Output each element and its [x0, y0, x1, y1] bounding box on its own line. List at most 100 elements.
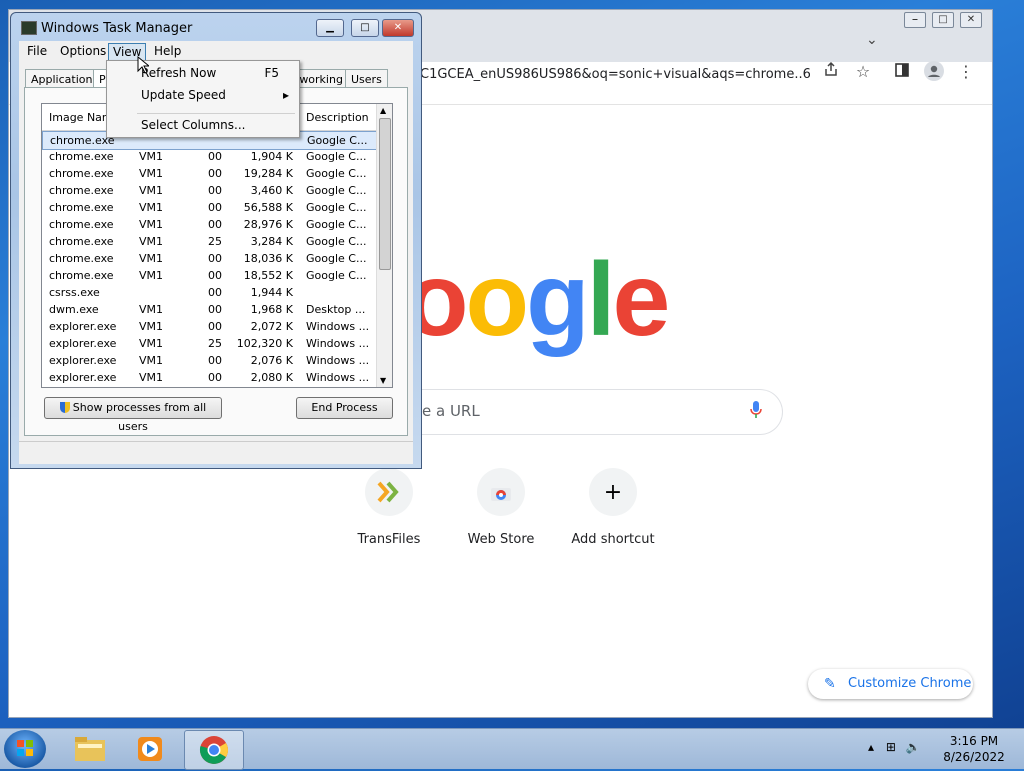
- chrome-window-controls: ⎯ □ ✕: [904, 12, 982, 28]
- taskbar-clock[interactable]: 3:16 PM 8/26/2022: [936, 733, 1012, 765]
- search-placeholder: e a URL: [422, 402, 480, 420]
- process-cpu: 00: [208, 320, 222, 333]
- process-row[interactable]: explorer.exe VM1 00 2,076 K Windows ...: [42, 352, 377, 369]
- scroll-up-arrow-icon[interactable]: ▲: [380, 106, 386, 115]
- menu-separator: [137, 113, 295, 114]
- process-row[interactable]: chrome.exe VM1 00 18,036 K Google C...: [42, 250, 377, 267]
- window-title: Windows Task Manager: [41, 21, 193, 36]
- process-row[interactable]: explorer.exe VM1 00 2,080 K Windows ...: [42, 369, 377, 386]
- bookmark-star-icon[interactable]: ☆: [852, 61, 874, 83]
- process-row[interactable]: chrome.exe VM1 00 56,588 K Google C...: [42, 199, 377, 216]
- volume-icon[interactable]: 🔈: [906, 740, 921, 754]
- process-mem: 1,944 K: [250, 286, 293, 299]
- column-description[interactable]: Description: [306, 111, 369, 124]
- process-desc: Google C...: [306, 235, 367, 248]
- close-button[interactable]: ✕: [382, 19, 414, 37]
- process-row[interactable]: csrss.exe 00 1,944 K: [42, 284, 377, 301]
- process-desc: Google C...: [306, 269, 367, 282]
- process-mem: 18,036 K: [243, 252, 293, 265]
- menu-help[interactable]: Help: [150, 43, 185, 59]
- refresh-shortcut-key: F5: [264, 66, 279, 80]
- process-user: VM1: [139, 303, 164, 316]
- process-mem: 2,072 K: [250, 320, 293, 333]
- process-cpu: 00: [208, 303, 222, 316]
- clock-date: 8/26/2022: [943, 750, 1005, 764]
- shortcut-webstore[interactable]: Web Store: [446, 468, 556, 547]
- process-name: chrome.exe: [49, 235, 114, 248]
- menu-item-select-columns[interactable]: Select Columns...: [141, 118, 245, 132]
- end-process-button[interactable]: End Process: [296, 397, 393, 419]
- process-desc: Google C...: [306, 218, 367, 231]
- minimize-button[interactable]: ▁: [316, 19, 344, 37]
- process-name: dwm.exe: [49, 303, 99, 316]
- minimize-button[interactable]: ⎯: [904, 12, 926, 28]
- close-button[interactable]: ✕: [960, 12, 982, 28]
- scroll-down-arrow-icon[interactable]: ▼: [380, 376, 386, 385]
- share-icon[interactable]: [820, 61, 842, 83]
- menu-options[interactable]: Options: [56, 43, 110, 59]
- process-row[interactable]: chrome.exe VM1 00 28,976 K Google C...: [42, 216, 377, 233]
- shortcut-add[interactable]: + Add shortcut: [558, 468, 668, 547]
- process-mem: 1,968 K: [250, 303, 293, 316]
- scrollbar-thumb[interactable]: [379, 118, 391, 270]
- process-name: chrome.exe: [49, 252, 114, 265]
- taskbar-chrome[interactable]: [184, 730, 244, 770]
- tab-search-chevron-icon[interactable]: ⌄: [866, 32, 878, 48]
- google-search-input[interactable]: e a URL: [400, 389, 783, 435]
- process-row[interactable]: chrome.exe VM1 00 19,284 K Google C...: [42, 165, 377, 182]
- process-user: VM1: [139, 337, 164, 350]
- process-list-scrollbar[interactable]: ▲ ▼: [376, 104, 392, 387]
- menu-file[interactable]: File: [23, 43, 51, 59]
- process-row[interactable]: explorer.exe VM1 25 102,320 K Windows ...: [42, 335, 377, 352]
- process-user: VM1: [139, 354, 164, 367]
- process-row[interactable]: chrome.exe VM1 25 3,284 K Google C...: [42, 233, 377, 250]
- process-desc: Google C...: [306, 201, 367, 214]
- show-hidden-icons-icon[interactable]: ▴: [868, 740, 874, 754]
- address-bar-url[interactable]: C1GCEA_enUS986US986&oq=sonic+visual&aqs=…: [420, 60, 810, 90]
- menu-item-refresh-now[interactable]: Refresh Now: [141, 66, 216, 80]
- process-row[interactable]: dwm.exe VM1 00 1,968 K Desktop ...: [42, 301, 377, 318]
- shortcut-transfiles[interactable]: TransFiles: [334, 468, 444, 547]
- process-desc: Google C...: [306, 252, 367, 265]
- microphone-icon[interactable]: [750, 400, 762, 420]
- process-list[interactable]: Image Name Description chrome.exe Google …: [41, 103, 393, 388]
- show-all-processes-button[interactable]: Show processes from all users: [44, 397, 222, 433]
- task-manager-app-icon: [21, 21, 37, 35]
- process-name: explorer.exe: [49, 354, 117, 367]
- process-cpu: 00: [208, 218, 222, 231]
- network-icon[interactable]: ⊞: [886, 740, 896, 754]
- process-desc: Google C...: [307, 134, 368, 147]
- process-cpu: 25: [208, 235, 222, 248]
- process-mem: 18,552 K: [243, 269, 293, 282]
- customize-chrome-button[interactable]: ✎ Customize Chrome: [808, 669, 973, 699]
- logo-letter: e: [612, 242, 671, 358]
- process-mem: 1,904 K: [250, 150, 293, 163]
- maximize-button[interactable]: □: [351, 19, 379, 37]
- taskbar-explorer[interactable]: [62, 730, 118, 768]
- media-player-icon: [138, 737, 162, 761]
- process-row[interactable]: chrome.exe VM1 00 18,552 K Google C...: [42, 267, 377, 284]
- process-desc: Windows ...: [306, 371, 370, 384]
- process-name: explorer.exe: [49, 320, 117, 333]
- uac-shield-icon: [59, 402, 70, 413]
- process-row[interactable]: chrome.exe VM1 00 3,460 K Google C...: [42, 182, 377, 199]
- process-name: chrome.exe: [49, 201, 114, 214]
- process-mem: 19,284 K: [243, 167, 293, 180]
- chrome-menu-icon[interactable]: ⋮: [955, 61, 977, 83]
- maximize-button[interactable]: □: [932, 12, 954, 28]
- process-user: VM1: [139, 320, 164, 333]
- side-panel-icon[interactable]: [891, 61, 913, 83]
- process-cpu: 00: [208, 286, 222, 299]
- menu-bar: File Options View Help: [19, 41, 413, 61]
- tab-users[interactable]: Users: [345, 69, 388, 89]
- process-cpu: 00: [208, 371, 222, 384]
- windows-logo-icon: [17, 740, 33, 756]
- menu-item-update-speed[interactable]: Update Speed: [141, 88, 226, 102]
- shortcut-label: Web Store: [467, 532, 535, 547]
- process-cpu: 00: [208, 167, 222, 180]
- taskbar-media-player[interactable]: [122, 730, 178, 768]
- process-row[interactable]: explorer.exe VM1 00 2,072 K Windows ...: [42, 318, 377, 335]
- start-button[interactable]: [4, 730, 46, 768]
- process-row[interactable]: chrome.exe VM1 00 1,904 K Google C...: [42, 148, 377, 165]
- profile-avatar-icon[interactable]: [923, 61, 945, 83]
